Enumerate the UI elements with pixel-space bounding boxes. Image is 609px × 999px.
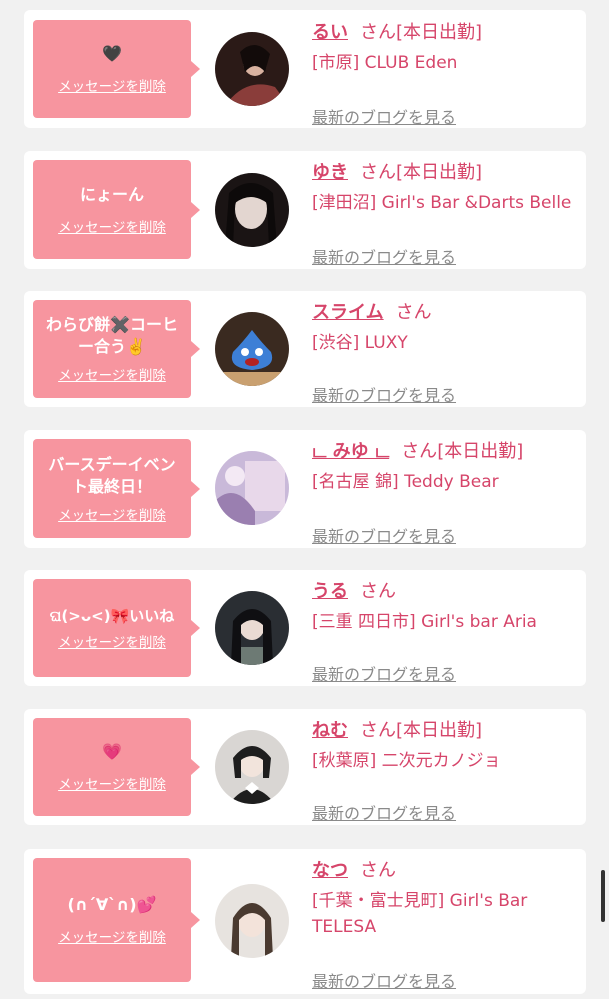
delete-message-link[interactable]: メッセージを削除 xyxy=(58,773,166,793)
honorific: さん xyxy=(360,22,396,43)
shop-name: [市原] CLUB Eden xyxy=(312,53,458,73)
shop-name: [秋葉原] 二次元カノジョ xyxy=(312,751,501,771)
cast-name-link[interactable]: ゆき xyxy=(312,162,348,183)
message-bubble: (∩´∀`∩)💕 メッセージを削除 xyxy=(33,858,200,982)
avatar[interactable] xyxy=(215,312,289,386)
message-bubble: ଘ(>ᴗ<)🎀いいね メッセージを削除 xyxy=(33,579,200,677)
message-text: バースデーイベント最終日！ xyxy=(48,454,176,496)
attendance-status: [本日出勤] xyxy=(437,441,524,462)
message-text: (∩´∀`∩)💕 xyxy=(67,895,157,914)
blog-link[interactable]: 最新のブログを見る xyxy=(312,382,456,406)
honorific: さん xyxy=(360,720,396,741)
attendance-status: [本日出勤] xyxy=(396,720,483,741)
blog-link[interactable]: 最新のブログを見る xyxy=(312,800,456,824)
scrollbar[interactable] xyxy=(601,870,605,922)
avatar-image xyxy=(215,312,289,386)
avatar-image xyxy=(215,884,289,958)
cast-info: なつ さん [千葉・富士見町] Girl's Bar TELESA 最新のブログを… xyxy=(312,858,580,991)
cast-info: るい さん[本日出勤] [市原] CLUB Eden 最新のブログを見る xyxy=(312,20,580,127)
list-item: (∩´∀`∩)💕 メッセージを削除 なつ さん [千葉・富士見町] Girl's … xyxy=(24,849,586,994)
avatar-image xyxy=(215,451,289,525)
message-bubble: バースデーイベント最終日！ メッセージを削除 xyxy=(33,439,200,538)
message-text: にょーん xyxy=(79,184,144,204)
blog-link[interactable]: 最新のブログを見る xyxy=(312,104,456,128)
message-bubble: にょーん メッセージを削除 xyxy=(33,160,200,259)
avatar[interactable] xyxy=(215,32,289,106)
blog-link[interactable]: 最新のブログを見る xyxy=(312,968,456,992)
cast-info: スライム さん [渋谷] LUXY 最新のブログを見る xyxy=(312,300,580,405)
message-text: ଘ(>ᴗ<)🎀いいね xyxy=(49,607,175,625)
list-item: わらび餅✖️コーヒー合う✌️ メッセージを削除 スライム さん [渋谷] LUXY… xyxy=(24,291,586,407)
blog-link[interactable]: 最新のブログを見る xyxy=(312,523,456,547)
cast-name-link[interactable]: うる xyxy=(312,581,348,602)
cast-name-link[interactable]: なつ xyxy=(312,860,348,881)
list-item: にょーん メッセージを削除 ゆき さん[本日出勤] [津田沼] Girl's Ba… xyxy=(24,151,586,269)
blog-link[interactable]: 最新のブログを見る xyxy=(312,661,456,685)
cast-name-link[interactable]: るい xyxy=(312,22,348,43)
message-bubble: 💗 メッセージを削除 xyxy=(33,718,200,816)
message-text: 🖤 xyxy=(102,44,122,63)
cast-name-link[interactable]: ねむ xyxy=(312,720,348,741)
shop-name: [名古屋 錦] Teddy Bear xyxy=(312,472,499,492)
avatar-image xyxy=(215,591,289,665)
message-bubble: 🖤 メッセージを削除 xyxy=(33,20,200,118)
delete-message-link[interactable]: メッセージを削除 xyxy=(58,216,166,236)
cast-info: ねむ さん[本日出勤] [秋葉原] 二次元カノジョ 最新のブログを見る xyxy=(312,718,580,823)
delete-message-link[interactable]: メッセージを削除 xyxy=(58,364,166,384)
honorific: さん xyxy=(360,581,396,602)
delete-message-link[interactable]: メッセージを削除 xyxy=(58,631,166,651)
cast-name-link[interactable]: スライム xyxy=(312,302,384,323)
avatar[interactable] xyxy=(215,173,289,247)
honorific: さん xyxy=(401,441,438,462)
avatar[interactable] xyxy=(215,884,289,958)
message-text: 💗 xyxy=(102,742,122,761)
list-item: バースデーイベント最終日！ メッセージを削除 ட みゆ ட さん[本日出勤] [名… xyxy=(24,430,586,548)
message-text: わらび餅✖️コーヒー合う✌️ xyxy=(46,315,178,356)
cast-name-link[interactable]: ட みゆ ட xyxy=(312,441,389,462)
message-bubble: わらび餅✖️コーヒー合う✌️ メッセージを削除 xyxy=(33,300,200,398)
delete-message-link[interactable]: メッセージを削除 xyxy=(58,75,166,95)
cast-info: ட みゆ ட さん[本日出勤] [名古屋 錦] Teddy Bear 最新のブログ… xyxy=(312,439,580,546)
shop-name: [津田沼] Girl's Bar &Darts Belle xyxy=(312,193,572,213)
honorific: さん xyxy=(360,162,396,183)
honorific: さん xyxy=(360,860,396,881)
avatar[interactable] xyxy=(215,591,289,665)
avatar-image xyxy=(215,730,289,804)
attendance-status: [本日出勤] xyxy=(396,162,483,183)
shop-name: [三重 四日市] Girl's bar Aria xyxy=(312,612,537,632)
avatar[interactable] xyxy=(215,451,289,525)
list-item: 🖤 メッセージを削除 るい さん[本日出勤] [市原] CLUB Eden 最新の… xyxy=(24,10,586,128)
delete-message-link[interactable]: メッセージを削除 xyxy=(58,504,166,524)
delete-message-link[interactable]: メッセージを削除 xyxy=(58,926,166,946)
list-item: ଘ(>ᴗ<)🎀いいね メッセージを削除 うる さん [三重 四日市] Girl's… xyxy=(24,570,586,686)
honorific: さん xyxy=(395,302,432,323)
shop-name: [千葉・富士見町] Girl's Bar TELESA xyxy=(312,891,528,937)
shop-name: [渋谷] LUXY xyxy=(312,333,408,353)
cast-info: うる さん [三重 四日市] Girl's bar Aria 最新のブログを見る xyxy=(312,579,580,684)
avatar-image xyxy=(215,173,289,247)
attendance-status: [本日出勤] xyxy=(396,22,483,43)
cast-info: ゆき さん[本日出勤] [津田沼] Girl's Bar &Darts Belle… xyxy=(312,160,580,267)
avatar[interactable] xyxy=(215,730,289,804)
avatar-image xyxy=(215,32,289,106)
list-item: 💗 メッセージを削除 ねむ さん[本日出勤] [秋葉原] 二次元カノジョ 最新のブ… xyxy=(24,709,586,825)
blog-link[interactable]: 最新のブログを見る xyxy=(312,244,456,268)
